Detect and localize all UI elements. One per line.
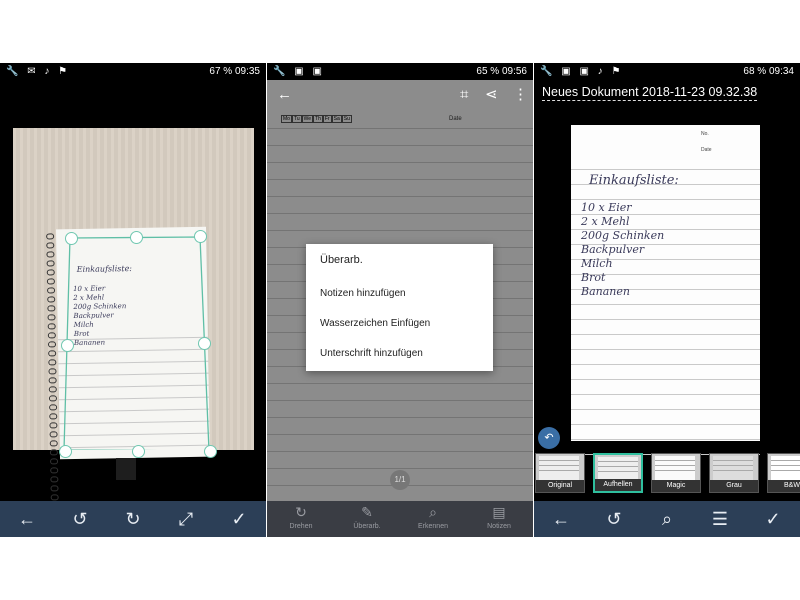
rotate-icon: ↻ — [295, 504, 307, 520]
add-notes-option[interactable]: Notizen hinzufügen — [320, 288, 406, 299]
filter-thumbnail — [771, 456, 800, 480]
back-icon[interactable]: ← — [541, 501, 581, 537]
edit-button[interactable]: ✎ Überarb. — [339, 501, 395, 537]
ocr-icon: ⌕ — [429, 504, 437, 520]
clock: 09:34 — [768, 66, 794, 77]
pencil-icon: ✎ — [361, 504, 373, 520]
note-item: 10 x Eier — [581, 201, 632, 214]
page-indicator: 1/1 — [390, 470, 410, 490]
document-title[interactable]: Neues Dokument 2018-11-23 09.32.38 — [542, 85, 758, 101]
filter-label: Grau — [710, 480, 758, 492]
filter-screen: 🔧 ▣ ▣ ♪ ⚑ 68 % 09:34 Neues Dokument 2018… — [534, 63, 800, 537]
battery-level: 67 % — [209, 66, 233, 77]
crop-handle[interactable] — [61, 339, 74, 352]
status-right: 67 % 09:35 — [209, 63, 260, 80]
recognize-label: Erkennen — [418, 523, 448, 530]
notification-icons: 🔧 ▣ ▣ — [273, 66, 325, 77]
note-item: Brot — [581, 271, 606, 284]
bottom-toolbar: ← ↺ ↻ ⤢ ✓ — [0, 501, 266, 537]
add-signature-option[interactable]: Unterschrift hinzufügen — [320, 348, 423, 359]
status-bar: 🔧 ▣ ▣ 65 % 09:56 — [267, 63, 533, 80]
crop-screen: 🔧 ✉ ♪ ⚑ 67 % 09:35 Einkaufsliste: 10 x E… — [0, 63, 266, 537]
filter-aufhellen[interactable]: Aufhellen — [593, 453, 643, 493]
note-item: 200g Schinken — [581, 229, 665, 242]
crop-handle[interactable] — [65, 232, 78, 245]
confirm-icon[interactable]: ✓ — [753, 501, 793, 537]
notes-icon: ▤ — [492, 504, 506, 520]
edit-dialog: Überarb. Notizen hinzufügen Wasserzeiche… — [306, 244, 493, 371]
camera-photo: Einkaufsliste: 10 x Eier 2 x Mehl 200g S… — [13, 128, 254, 501]
confirm-icon[interactable]: ✓ — [219, 501, 259, 537]
notification-icons: 🔧 ▣ ▣ ♪ ⚑ — [540, 66, 624, 77]
notes-button[interactable]: ▤ Notizen — [471, 501, 527, 537]
auto-crop-icon[interactable]: ⤢ — [166, 501, 206, 537]
back-icon[interactable]: ← — [277, 80, 292, 110]
status-right: 68 % 09:34 — [743, 63, 794, 80]
note-item: Milch — [581, 257, 613, 270]
edit-screen: 🔧 ▣ ▣ 65 % 09:56 Mo Tu We Th Fr Sa Su Date ← ⌗… — [267, 63, 533, 537]
crop-frame — [63, 236, 210, 450]
edit-label: Überarb. — [353, 523, 381, 530]
note-item: Backpulver — [581, 243, 645, 256]
notes-label: Notizen — [487, 523, 511, 530]
filter-label: Magic — [652, 480, 700, 492]
note-item: 2 x Mehl — [581, 215, 630, 228]
tag-object — [116, 458, 136, 480]
recognize-button[interactable]: ⌕ Erkennen — [405, 501, 461, 537]
note-title: Einkaufsliste: — [589, 173, 679, 188]
crop-handle[interactable] — [194, 230, 207, 243]
crop-icon[interactable]: ⌗ — [460, 80, 468, 110]
zoom-icon[interactable]: ⌕ — [647, 501, 687, 537]
notification-icons: 🔧 ✉ ♪ ⚑ — [6, 66, 71, 77]
filter-original[interactable]: Original — [535, 453, 585, 493]
add-watermark-option[interactable]: Wasserzeichen Einfügen — [320, 318, 430, 329]
share-icon[interactable]: ⋖ — [485, 80, 498, 110]
clock: 09:35 — [234, 66, 260, 77]
clock: 09:56 — [501, 66, 527, 77]
rotate-left-icon[interactable]: ↺ — [594, 501, 634, 537]
rotate-right-icon[interactable]: ↻ — [113, 501, 153, 537]
filter-grau[interactable]: Grau — [709, 453, 759, 493]
bottom-toolbar: ← ↺ ⌕ ☰ ✓ — [534, 501, 800, 537]
battery-level: 68 % — [743, 66, 767, 77]
filter-bw[interactable]: B&W — [767, 453, 800, 493]
status-bar: 🔧 ✉ ♪ ⚑ 67 % 09:35 — [0, 63, 266, 80]
rotate-label: Drehen — [289, 523, 313, 530]
adjust-icon[interactable]: ☰ — [700, 501, 740, 537]
filter-thumbnail — [539, 456, 579, 480]
bottom-toolbar: ↻ Drehen ✎ Überarb. ⌕ Erkennen ▤ Notizen — [267, 501, 533, 537]
crop-handle[interactable] — [204, 445, 217, 458]
no-label: No. — [701, 131, 709, 137]
filter-thumbnail — [598, 457, 638, 481]
filter-label: B&W — [768, 480, 800, 492]
filter-thumbnail — [713, 456, 753, 480]
rotate-icon[interactable]: ↶ — [538, 427, 560, 449]
note-item: Bananen — [581, 285, 630, 298]
crop-handle[interactable] — [198, 337, 211, 350]
back-icon[interactable]: ← — [7, 501, 47, 537]
dialog-title: Überarb. — [320, 254, 363, 266]
scanned-document: No. Date Einkaufsliste: 10 x Eier 2 x Me… — [571, 125, 760, 455]
crop-handle[interactable] — [132, 445, 145, 458]
date-label: Date — [701, 147, 712, 153]
top-toolbar: ← ⌗ ⋖ ⋮ — [267, 80, 533, 110]
filter-label: Original — [536, 480, 584, 492]
crop-handle[interactable] — [59, 445, 72, 458]
filter-strip: Original Aufhellen Magic Grau B&W — [534, 451, 800, 495]
battery-level: 65 % — [476, 66, 500, 77]
filter-magic[interactable]: Magic — [651, 453, 701, 493]
rotate-left-icon[interactable]: ↺ — [60, 501, 100, 537]
crop-handle[interactable] — [130, 231, 143, 244]
filter-label: Aufhellen — [595, 479, 641, 491]
rotate-button[interactable]: ↻ Drehen — [273, 501, 329, 537]
more-icon[interactable]: ⋮ — [513, 80, 528, 110]
status-bar: 🔧 ▣ ▣ ♪ ⚑ 68 % 09:34 — [534, 63, 800, 80]
filter-thumbnail — [655, 456, 695, 480]
status-right: 65 % 09:56 — [476, 63, 527, 80]
